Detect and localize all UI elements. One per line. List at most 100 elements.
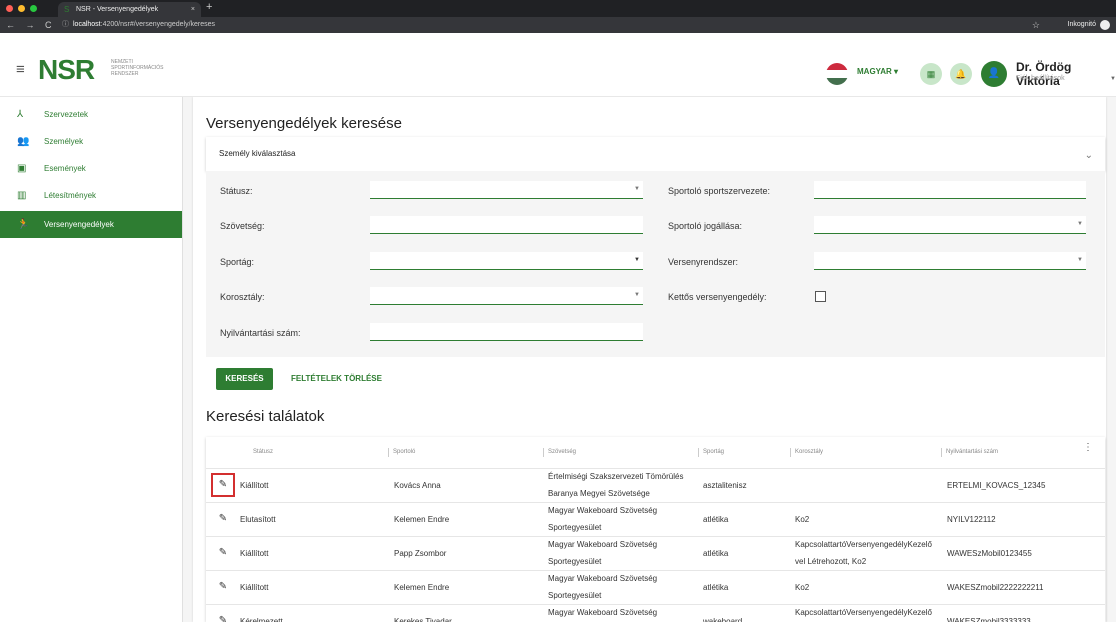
column-menu-icon[interactable]: ⋮ (1083, 443, 1093, 453)
cell-status: Kiállított (240, 481, 269, 490)
url-host: localhost (73, 21, 101, 28)
language-selector[interactable]: MAGYAR ▾ (857, 67, 898, 76)
registration-number-input[interactable] (370, 323, 643, 341)
sidebar-item-label: Létesítmények (44, 191, 97, 200)
sidebar-item-label: Személyek (44, 137, 84, 146)
column-header-registration-number[interactable]: Nyilvántartási szám (941, 448, 998, 457)
cell-status: Kérelmezett (240, 617, 283, 622)
dropdown-arrow-icon: ▼ (1077, 221, 1083, 227)
sidebar-item-esemenyek[interactable]: ▣ Események (0, 155, 182, 182)
competition-system-select[interactable]: ▼ (814, 252, 1086, 270)
search-button[interactable]: KERESÉS (216, 368, 273, 390)
table-row[interactable]: ✎ Kérelmezett Kerekes Tivadar Magyar Wak… (206, 604, 1105, 622)
cell-athlete: Kerekes Tivadar (394, 617, 452, 622)
cell-federation: Magyar Wakeboard Szövetség (548, 540, 658, 549)
status-label: Státusz: (220, 186, 253, 196)
bookmark-star-icon[interactable]: ☆ (1032, 17, 1040, 33)
hamburger-menu-icon[interactable]: ≡ (16, 61, 25, 78)
federation-label: Szövetség: (220, 221, 265, 231)
cell-federation: Magyar Wakeboard Szövetség (548, 608, 658, 617)
logo-subtitle: Nemzeti Sportinformációs Rendszer (111, 59, 163, 77)
people-icon: 👥 (17, 136, 30, 147)
sidebar-item-szemelyek[interactable]: 👥 Személyek (0, 128, 182, 155)
calculator-icon[interactable]: ▦ (920, 63, 942, 85)
browser-tab[interactable]: S NSR - Versenyengedélyek × (58, 2, 201, 17)
calendar-icon: ▣ (17, 163, 27, 174)
incognito-label: Inkognitó (1067, 21, 1096, 28)
minimize-window-icon[interactable] (18, 5, 25, 12)
cell-registration-number: WAKESZmobil3333333 (947, 617, 1031, 622)
cell-status: Kiállított (240, 583, 269, 592)
sidebar-item-letesitmenyek[interactable]: ▥ Létesítmények (0, 182, 182, 209)
table-row[interactable]: ✎ Kiállított Papp Zsombor Magyar Wakeboa… (206, 536, 1105, 570)
chevron-down-icon[interactable]: ⌄ (1085, 139, 1093, 173)
edit-icon[interactable]: ✎ (211, 609, 235, 622)
clear-filters-button[interactable]: FELTÉTELEK TÖRLÉSE (291, 368, 382, 390)
user-menu-caret-icon[interactable]: ▼ (1110, 76, 1116, 82)
table-row[interactable]: ✎ Elutasított Kelemen Endre Magyar Wakeb… (206, 502, 1105, 536)
edit-icon[interactable]: ✎ (211, 541, 235, 565)
dual-license-checkbox[interactable] (815, 291, 826, 302)
sidebar-item-versenyengedelyek[interactable]: 🏃 Versenyengedélyek (0, 211, 182, 238)
dropdown-arrow-icon: ▼ (634, 292, 640, 298)
edit-icon[interactable]: ✎ (211, 507, 235, 531)
age-group-select[interactable]: ▼ (370, 287, 643, 305)
cell-federation-2: Sportegyesület (548, 557, 602, 566)
nav-buttons[interactable]: ← → C (6, 17, 56, 33)
search-form: Státusz: ▼ Szövetség: Sportág: ▼ Koroszt… (206, 171, 1105, 357)
athlete-organization-input[interactable] (814, 181, 1086, 199)
url-path: :4200/nsr#/versenyengedely/kereses (100, 21, 216, 28)
hungarian-flag-icon[interactable] (826, 63, 848, 85)
cell-sport: atlétika (703, 549, 729, 558)
nsr-logo[interactable]: NSR (38, 54, 95, 86)
content-card: Versenyengedélyek keresése Személy kivál… (193, 97, 1106, 622)
cell-registration-number: NYILV122112 (947, 515, 996, 524)
competition-system-label: Versenyrendszer: (668, 257, 739, 267)
url-field[interactable]: ⓘ localhost:4200/nsr#/versenyengedely/ker… (62, 17, 215, 33)
athlete-status-select[interactable]: ▼ (814, 216, 1086, 234)
app-header: ≡ NSR Nemzeti Sportinformációs Rendszer … (0, 33, 1116, 97)
new-tab-button[interactable]: + (206, 1, 212, 13)
cell-sport: atlétika (703, 583, 729, 592)
status-select[interactable]: ▼ (370, 181, 643, 199)
favicon-icon: S (64, 5, 70, 14)
person-select-expander[interactable]: Személy kiválasztása ⌄ (206, 137, 1105, 171)
close-window-icon[interactable] (6, 5, 13, 12)
edit-icon[interactable]: ✎ (211, 473, 235, 497)
cell-age-group: Ko2 (795, 515, 810, 524)
sport-select[interactable]: ▼ (370, 252, 643, 270)
athlete-organization-label: Sportoló sportszervezete: (668, 186, 771, 196)
results-table: Státusz Sportoló Szövetség Sportág Koros… (206, 437, 1105, 622)
user-avatar[interactable]: 👤 (981, 61, 1007, 87)
dropdown-arrow-icon: ▼ (1077, 257, 1083, 263)
column-header-athlete[interactable]: Sportoló (388, 448, 415, 457)
tab-close-icon[interactable]: × (191, 2, 195, 17)
address-bar: ← → C ⓘ localhost:4200/nsr#/versenyengede… (0, 17, 1116, 33)
athlete-status-label: Sportoló jogállása: (668, 221, 743, 231)
column-header-sport[interactable]: Sportág (698, 448, 724, 457)
table-row[interactable]: ✎ Kiállított Kovács Anna Értelmiségi Sza… (206, 468, 1105, 502)
cell-age-group: KapcsolattartóVersenyengedélyKezelő (795, 608, 932, 617)
notification-bell-icon[interactable]: 🔔 (950, 63, 972, 85)
results-title: Keresési találatok (206, 408, 325, 425)
federation-input[interactable] (370, 216, 643, 234)
cell-athlete: Papp Zsombor (394, 549, 447, 558)
cell-registration-number: ERTELMI_KOVACS_12345 (947, 481, 1046, 490)
main-content: Versenyengedélyek keresése Személy kivál… (183, 97, 1116, 622)
cell-federation-2: Sportegyesület (548, 523, 602, 532)
column-header-age-group[interactable]: Korosztály (790, 448, 823, 457)
table-row[interactable]: ✎ Kiállított Kelemen Endre Magyar Wakebo… (206, 570, 1105, 604)
edit-icon[interactable]: ✎ (211, 575, 235, 599)
cell-sport: wakeboard (703, 617, 743, 622)
registration-number-label: Nyilvántartási szám: (220, 328, 301, 338)
incognito-icon[interactable] (1100, 20, 1110, 30)
column-header-federation[interactable]: Szövetség (543, 448, 576, 457)
user-name[interactable]: Dr. Ördög Viktória (1016, 60, 1116, 88)
column-header-status[interactable]: Státusz (253, 437, 273, 468)
maximize-window-icon[interactable] (30, 5, 37, 12)
organization-icon: ⅄ (17, 109, 24, 120)
info-icon[interactable]: ⓘ (62, 21, 69, 28)
sidebar-item-szervezetek[interactable]: ⅄ Szervezetek (0, 101, 182, 128)
account-settings-link[interactable]: Fiók beállítások (1016, 75, 1065, 82)
building-icon: ▥ (17, 190, 27, 201)
